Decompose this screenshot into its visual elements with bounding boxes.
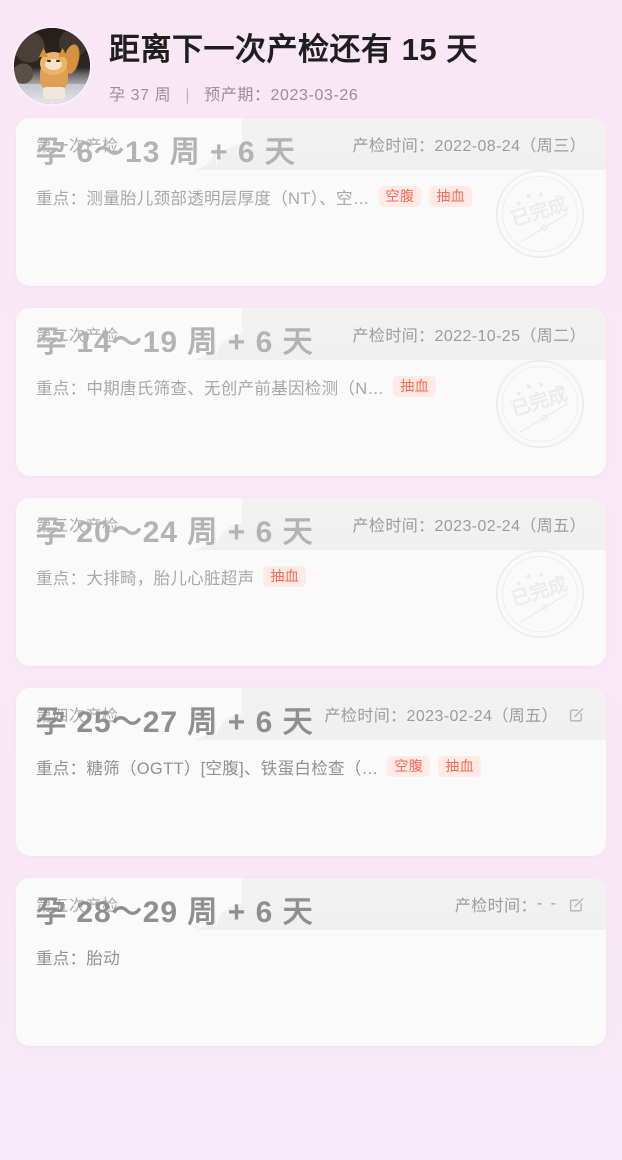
card-main: 孕 28～29 周 + 6 天 重点：胎动 <box>16 878 606 969</box>
focus-description: 重点：糖筛（OGTT）[空腹]、铁蛋白检查（… <box>36 759 379 778</box>
gestation-range: 孕 20～24 周 + 6 天 <box>36 516 314 549</box>
due-date: 预产期：2023-03-26 <box>204 86 359 104</box>
checkup-card[interactable]: 已完成 第二次产检 产检时间： 2022-10-25（周二） 孕 14～19 周 … <box>16 308 606 476</box>
tag-group: 空腹 抽血 <box>387 756 482 777</box>
gestation-range: 孕 6～13 周 + 6 天 <box>36 136 296 169</box>
tag-badge: 抽血 <box>429 186 473 207</box>
focus-row: 重点：胎动 <box>36 945 586 969</box>
gestational-week: 孕 37 周 <box>109 86 172 104</box>
card-main: 孕 25～27 周 + 6 天 重点：糖筛（OGTT）[空腹]、铁蛋白检查（… … <box>16 688 606 779</box>
page-header: 距离下一次产检还有 15 天 孕 37 周 | 预产期：2023-03-26 <box>0 0 622 118</box>
tag-badge: 抽血 <box>393 376 437 397</box>
checkup-card[interactable]: 第四次产检 产检时间： 2023-02-24（周五） 孕 25～27 周 + 6 … <box>16 688 606 856</box>
gestation-range: 孕 28～29 周 + 6 天 <box>36 896 314 929</box>
checkup-card-list: 已完成 第一次产检 产检时间： 2022-08-24（周三） 孕 6～13 周 +… <box>0 118 622 1046</box>
tag-group: 抽血 <box>263 566 307 587</box>
tag-group: 抽血 <box>393 376 437 397</box>
card-main: 孕 6～13 周 + 6 天 重点：测量胎儿颈部透明层厚度（NT）、空… 空腹抽… <box>16 118 606 209</box>
cat-eye-left <box>47 60 51 62</box>
checkup-card[interactable]: 已完成 第一次产检 产检时间： 2022-08-24（周三） 孕 6～13 周 +… <box>16 118 606 286</box>
cat-eye-right <box>56 60 60 62</box>
focus-row: 重点：糖筛（OGTT）[空腹]、铁蛋白检查（… 空腹 抽血 <box>36 755 586 779</box>
checkup-card[interactable]: 已完成 第三次产检 产检时间： 2023-02-24（周五） 孕 20～24 周 … <box>16 498 606 666</box>
focus-row: 重点：大排畸，胎儿心脏超声 抽血 <box>36 565 586 589</box>
card-main: 孕 14～19 周 + 6 天 重点：中期唐氏筛查、无创产前基因检测（N… 抽血 <box>16 308 606 399</box>
tag-group: 空腹 抽血 <box>378 186 473 207</box>
subtitle-separator: | <box>185 86 191 104</box>
cat-legs <box>43 87 65 99</box>
avatar[interactable] <box>14 28 90 104</box>
focus-description: 重点：中期唐氏筛查、无创产前基因检测（N… <box>36 379 385 398</box>
focus-description: 重点：胎动 <box>36 949 120 968</box>
focus-row: 重点：测量胎儿颈部透明层厚度（NT）、空… 空腹 抽血 <box>36 185 586 209</box>
prenatal-checkup-page: 距离下一次产检还有 15 天 孕 37 周 | 预产期：2023-03-26 已… <box>0 0 622 1160</box>
tag-badge: 抽血 <box>438 756 482 777</box>
header-text: 距离下一次产检还有 15 天 孕 37 周 | 预产期：2023-03-26 <box>109 27 478 104</box>
focus-row: 重点：中期唐氏筛查、无创产前基因检测（N… 抽血 <box>36 375 586 399</box>
page-title: 距离下一次产检还有 15 天 <box>109 32 478 68</box>
header-subtitle: 孕 37 周 | 预产期：2023-03-26 <box>109 81 478 105</box>
gestation-range: 孕 14～19 周 + 6 天 <box>36 326 314 359</box>
tag-badge: 空腹 <box>378 186 422 207</box>
tag-badge: 抽血 <box>263 566 307 587</box>
focus-description: 重点：大排畸，胎儿心脏超声 <box>36 569 255 588</box>
card-main: 孕 20～24 周 + 6 天 重点：大排畸，胎儿心脏超声 抽血 <box>16 498 606 589</box>
focus-description: 重点：测量胎儿颈部透明层厚度（NT）、空… <box>36 189 370 208</box>
checkup-card[interactable]: 第五次产检 产检时间： - - 孕 28～29 周 + 6 天 重点：胎动 <box>16 878 606 1046</box>
gestation-range: 孕 25～27 周 + 6 天 <box>36 706 314 739</box>
tag-badge: 空腹 <box>387 756 431 777</box>
